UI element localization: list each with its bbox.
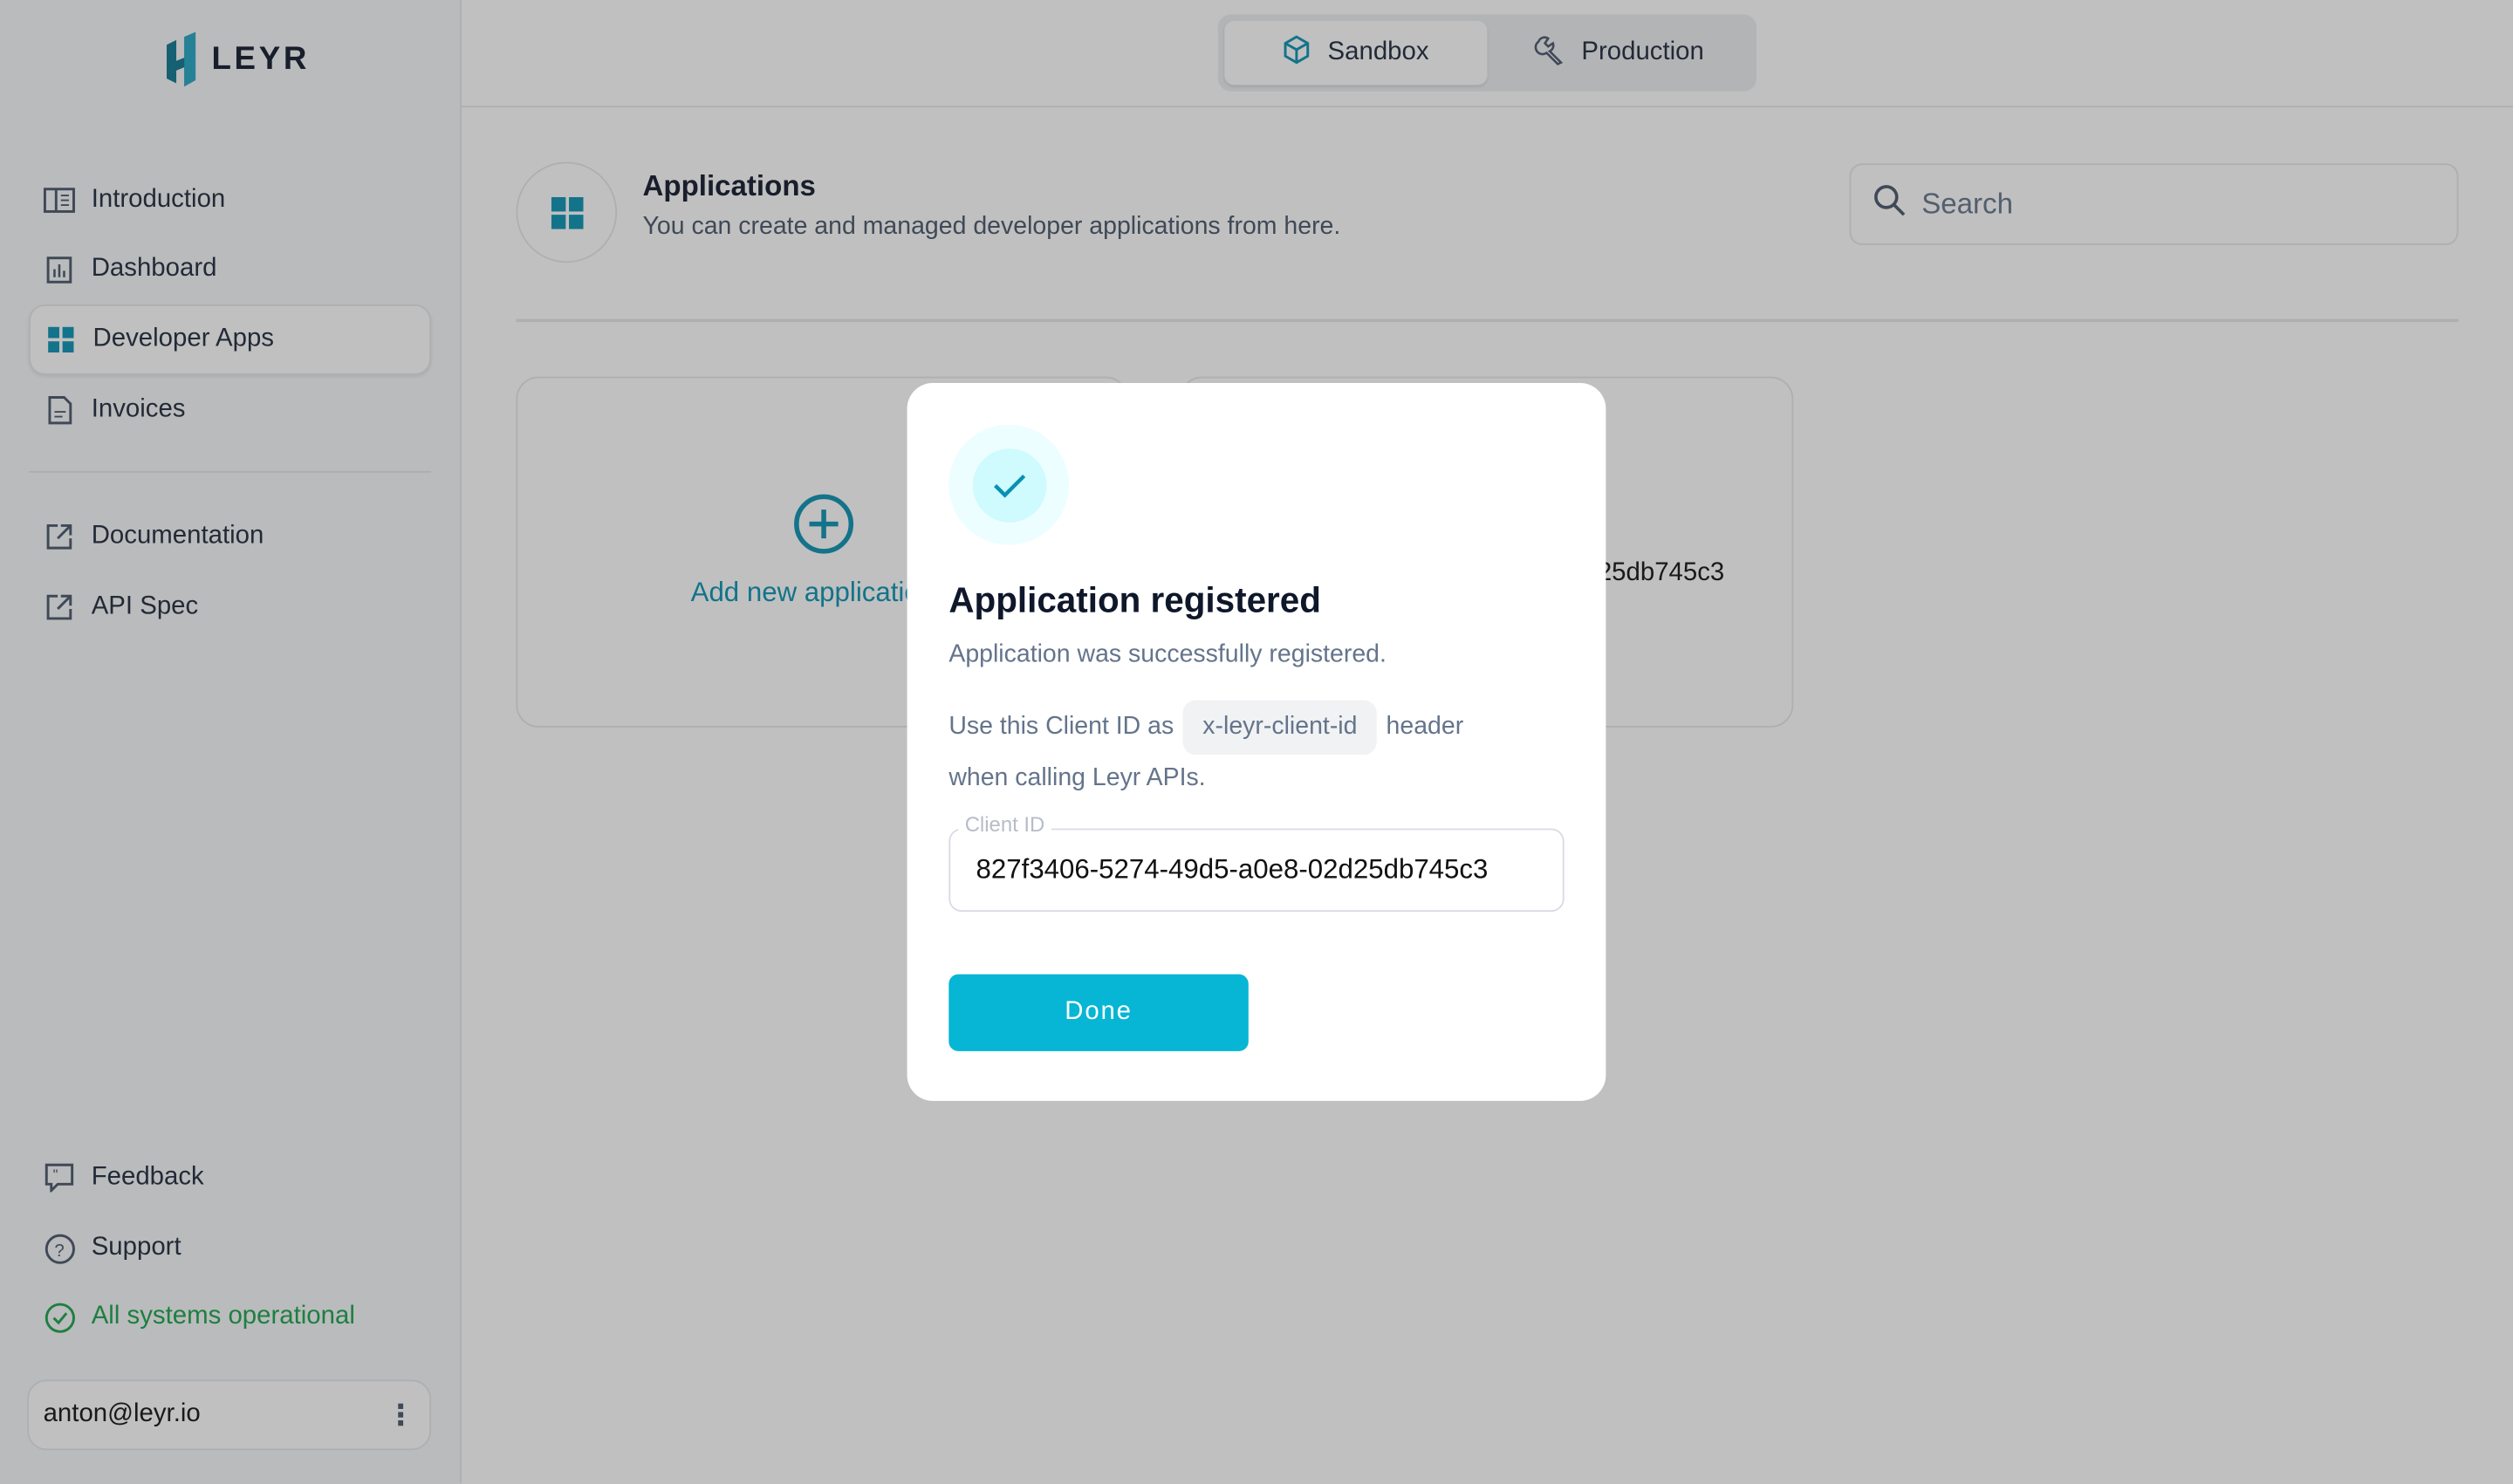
dialog-subtitle: Application was successfully registered.	[948, 640, 1387, 668]
client-id-label: Client ID	[958, 812, 1051, 837]
client-id-field[interactable]: 827f3406-5274-49d5-a0e8-02d25db745c3	[948, 828, 1565, 913]
check-icon	[993, 474, 1025, 497]
dialog-title: Application registered	[948, 579, 1321, 620]
done-button[interactable]: Done	[948, 974, 1249, 1051]
dialog-instructions: Use this Client ID as x-leyr-client-id hea…	[948, 700, 1558, 804]
header-name-chip: x-leyr-client-id	[1183, 700, 1377, 756]
success-badge	[948, 424, 1070, 545]
application-registered-dialog: Application registered Application was s…	[907, 382, 1606, 1101]
